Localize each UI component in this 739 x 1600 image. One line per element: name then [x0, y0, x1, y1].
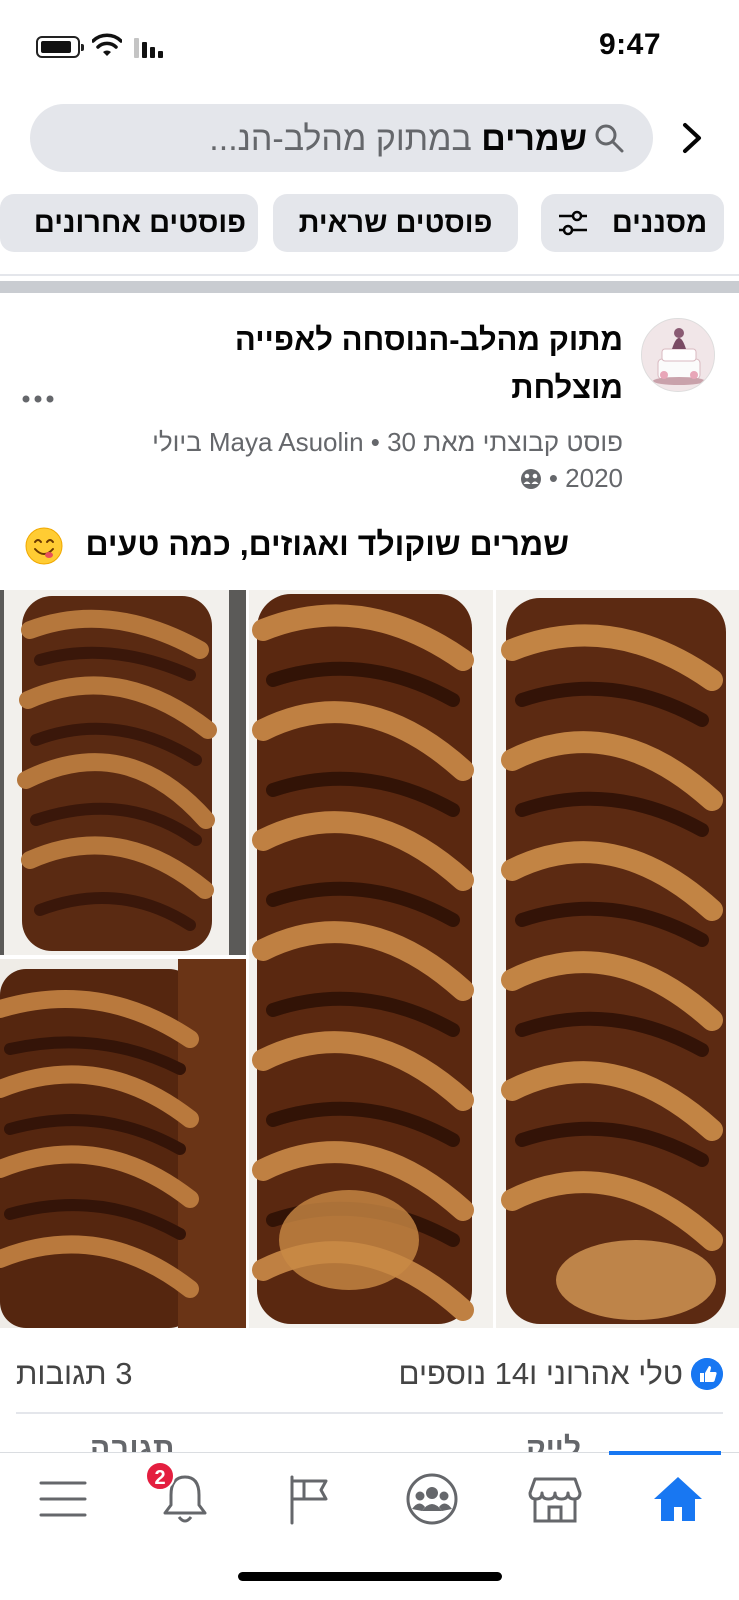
notifications-tab[interactable]: 2 [145, 1461, 215, 1529]
chip-filters[interactable]: מסננים [541, 194, 724, 252]
babka-photo-image [0, 590, 246, 955]
babka-photo-image [496, 590, 739, 1328]
post-photo[interactable] [249, 590, 493, 1328]
status-time: 9:47 [598, 28, 661, 61]
cake-avatar-image [642, 319, 714, 391]
search-query-rest: במתוק מהלב-הנ... [209, 120, 482, 158]
post-photo[interactable] [0, 959, 246, 1328]
status-bar: 9:47 [0, 0, 739, 92]
post-meta-line1: פוסט קבוצתי מאת Maya Asuolin • 30 ביולי [152, 427, 623, 457]
smiling-emoji-icon [25, 527, 63, 565]
group-avatar[interactable] [641, 318, 715, 392]
active-tab-indicator [609, 1451, 721, 1455]
wifi-icon [92, 33, 122, 56]
home-icon[interactable] [648, 1469, 708, 1529]
chevron-right-icon[interactable] [673, 120, 709, 156]
groups-icon[interactable] [402, 1469, 462, 1529]
post-meta: פוסט קבוצתי מאת Maya Asuolin • 30 ביולי … [93, 424, 623, 496]
home-indicator[interactable] [238, 1572, 502, 1581]
search-query: שמרים במתוק מהלב-הנ... [209, 120, 587, 159]
reactions-summary[interactable]: טלי אהרוני ו14 נוספים [399, 1356, 683, 1392]
signal-icon [134, 38, 163, 58]
members-icon [520, 469, 541, 489]
chip-filters-label: מסננים [611, 207, 708, 239]
post-photo-grid [0, 590, 739, 1328]
search-header: שמרים במתוק מהלב-הנ... [0, 104, 739, 172]
flag-icon[interactable] [280, 1469, 340, 1529]
chip-recent-posts[interactable]: פוסטים אחרונים [0, 194, 258, 252]
marketplace-icon[interactable] [525, 1469, 585, 1529]
filter-chips: מסננים פוסטים שראית פוסטים אחרונים [0, 194, 739, 252]
divider [0, 274, 739, 276]
babka-photo-image [249, 590, 493, 1328]
search-query-bold: שמרים [481, 120, 587, 158]
post-photo[interactable] [496, 590, 739, 1328]
notifications-badge: 2 [145, 1461, 175, 1491]
divider [16, 1412, 723, 1414]
chip-seen-posts[interactable]: פוסטים שראית [273, 194, 518, 252]
post-meta-line2-wrap: 2020 • [93, 460, 623, 496]
comments-count[interactable]: 3 תגובות [16, 1356, 132, 1392]
filter-sliders-icon [559, 210, 587, 236]
post-text: שמרים שוקולד ואגוזים, כמה טעים [85, 526, 569, 562]
group-name[interactable]: מתוק מהלב-הנוסחה לאפייה מוצלחת [183, 316, 623, 412]
search-icon [595, 124, 624, 153]
post-meta-line2: 2020 • [541, 463, 623, 493]
search-input[interactable]: שמרים במתוק מהלב-הנ... [30, 104, 653, 172]
battery-icon [36, 36, 84, 58]
more-options-icon[interactable] [20, 393, 56, 405]
feed-separator [0, 281, 739, 293]
like-reaction-icon [691, 1358, 723, 1390]
comment-button[interactable]: תגובה [90, 1432, 174, 1454]
reactions-row: טלי אהרוני ו14 נוספים 3 תגובות [0, 1352, 739, 1400]
babka-photo-image [0, 959, 246, 1328]
like-button[interactable]: לייק [526, 1432, 581, 1454]
post-photo[interactable] [0, 590, 246, 955]
menu-icon[interactable] [33, 1469, 93, 1529]
